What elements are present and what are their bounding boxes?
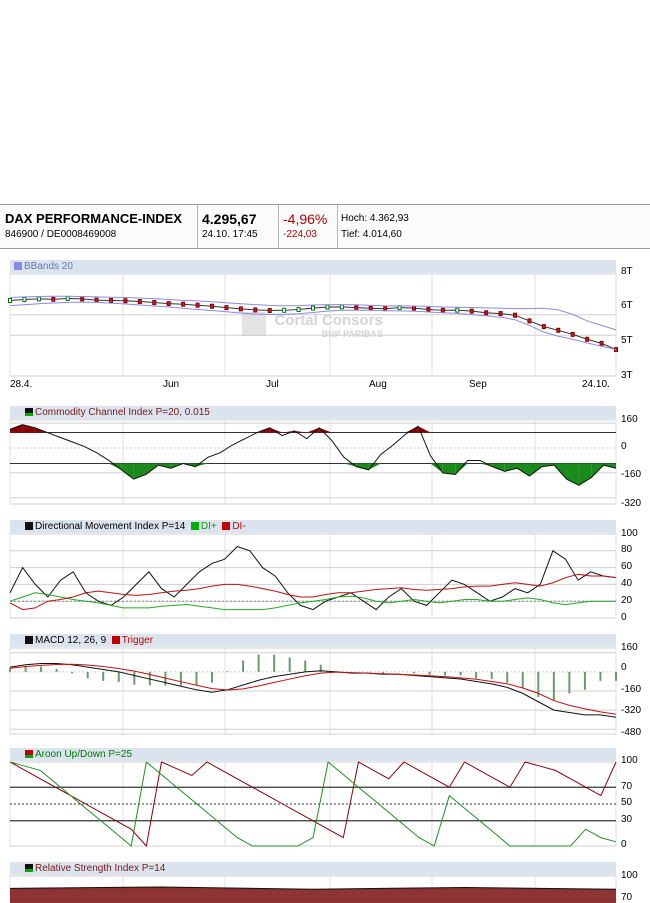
- series-line: [9, 761, 617, 848]
- candle: [426, 306, 431, 312]
- candle: [383, 306, 388, 312]
- candle: [556, 327, 561, 333]
- candle: [109, 298, 113, 304]
- candle: [238, 306, 243, 312]
- macd-chart: [9, 647, 617, 735]
- price-chart: [8, 273, 618, 377]
- candle: [484, 310, 489, 316]
- candle: [210, 303, 214, 309]
- series-line: [9, 295, 617, 331]
- candle: [354, 305, 359, 311]
- day-high: Hoch: 4.362,93: [341, 213, 409, 224]
- candle: [137, 299, 142, 305]
- candle: [166, 301, 171, 307]
- plot-frame: [9, 761, 617, 847]
- change-cell: -4,96% -224,03: [279, 205, 338, 248]
- candle: [296, 306, 301, 312]
- candle: [455, 307, 460, 313]
- candle: [325, 304, 330, 310]
- candle: [152, 300, 157, 306]
- candle: [368, 305, 373, 311]
- day-low: Tief: 4.014,60: [341, 229, 402, 240]
- plot-frame: [9, 533, 617, 619]
- macd-panel: MACD 12, 26, 9 Trigger 160 0 -160 -320 -…: [0, 632, 650, 742]
- candle: [513, 312, 517, 318]
- candle: [80, 296, 85, 302]
- cci-oversold-area: [578, 463, 592, 486]
- candle: [498, 311, 503, 317]
- series-line: [9, 663, 617, 718]
- candle: [599, 340, 604, 346]
- cci-chart: [9, 419, 617, 505]
- candle: [541, 324, 546, 330]
- plot-frame: [9, 273, 617, 377]
- cci-panel: Commodity Channel Index P=20, 0.015 160 …: [0, 404, 650, 510]
- change-percent: -4,96%: [283, 211, 328, 227]
- candle: [311, 305, 315, 311]
- candle: [224, 305, 229, 311]
- candle: [123, 298, 128, 304]
- candle: [253, 307, 258, 313]
- quote-header: DAX PERFORMANCE-INDEX 846900 / DE0008469…: [0, 204, 650, 249]
- series-line: [9, 761, 617, 847]
- candle: [282, 307, 287, 313]
- candle: [94, 297, 99, 303]
- cci-overbought-area: [306, 427, 320, 433]
- price-panel: BBands 20 8T 6T 5T 3T 28.4. Jun Jul Aug …: [0, 258, 650, 393]
- candle: [36, 296, 41, 302]
- candle: [181, 301, 186, 307]
- price-cell: 4.295,67 24.10. 17:45: [198, 205, 279, 248]
- candle: [469, 308, 474, 314]
- candle: [195, 302, 200, 308]
- dmi-chart: [9, 533, 617, 619]
- series-line: [9, 424, 617, 486]
- dmi-panel: Directional Movement Index P=14 DI+ DI- …: [0, 518, 650, 626]
- aroon-chart: [9, 761, 617, 848]
- candle: [65, 295, 70, 301]
- candle: [570, 331, 575, 337]
- instrument-cell: DAX PERFORMANCE-INDEX 846900 / DE0008469…: [0, 205, 198, 248]
- candle: [527, 318, 532, 324]
- range-cell: Hoch: 4.362,93 Tief: 4.014,60: [338, 205, 649, 248]
- last-price: 4.295,67: [202, 211, 257, 227]
- candle: [412, 305, 416, 311]
- aroon-panel: Aroon Up/Down P=25 100 70 50 30 0: [0, 746, 650, 852]
- price-datetime: 24.10. 17:45: [202, 229, 258, 240]
- candle: [267, 308, 272, 314]
- candle: [339, 304, 344, 310]
- rsi-chart: [9, 875, 617, 903]
- change-absolute: -224,03: [283, 229, 317, 240]
- candle: [22, 297, 27, 302]
- candle: [51, 296, 56, 302]
- instrument-ids: 846900 / DE0008469008: [5, 229, 117, 240]
- candle: [585, 336, 590, 342]
- rsi-panel: Relative Strength Index P=14 100 70: [0, 860, 650, 903]
- series-line: [9, 546, 617, 611]
- instrument-name: DAX PERFORMANCE-INDEX: [5, 211, 182, 226]
- candle: [440, 307, 445, 313]
- candle: [8, 298, 12, 304]
